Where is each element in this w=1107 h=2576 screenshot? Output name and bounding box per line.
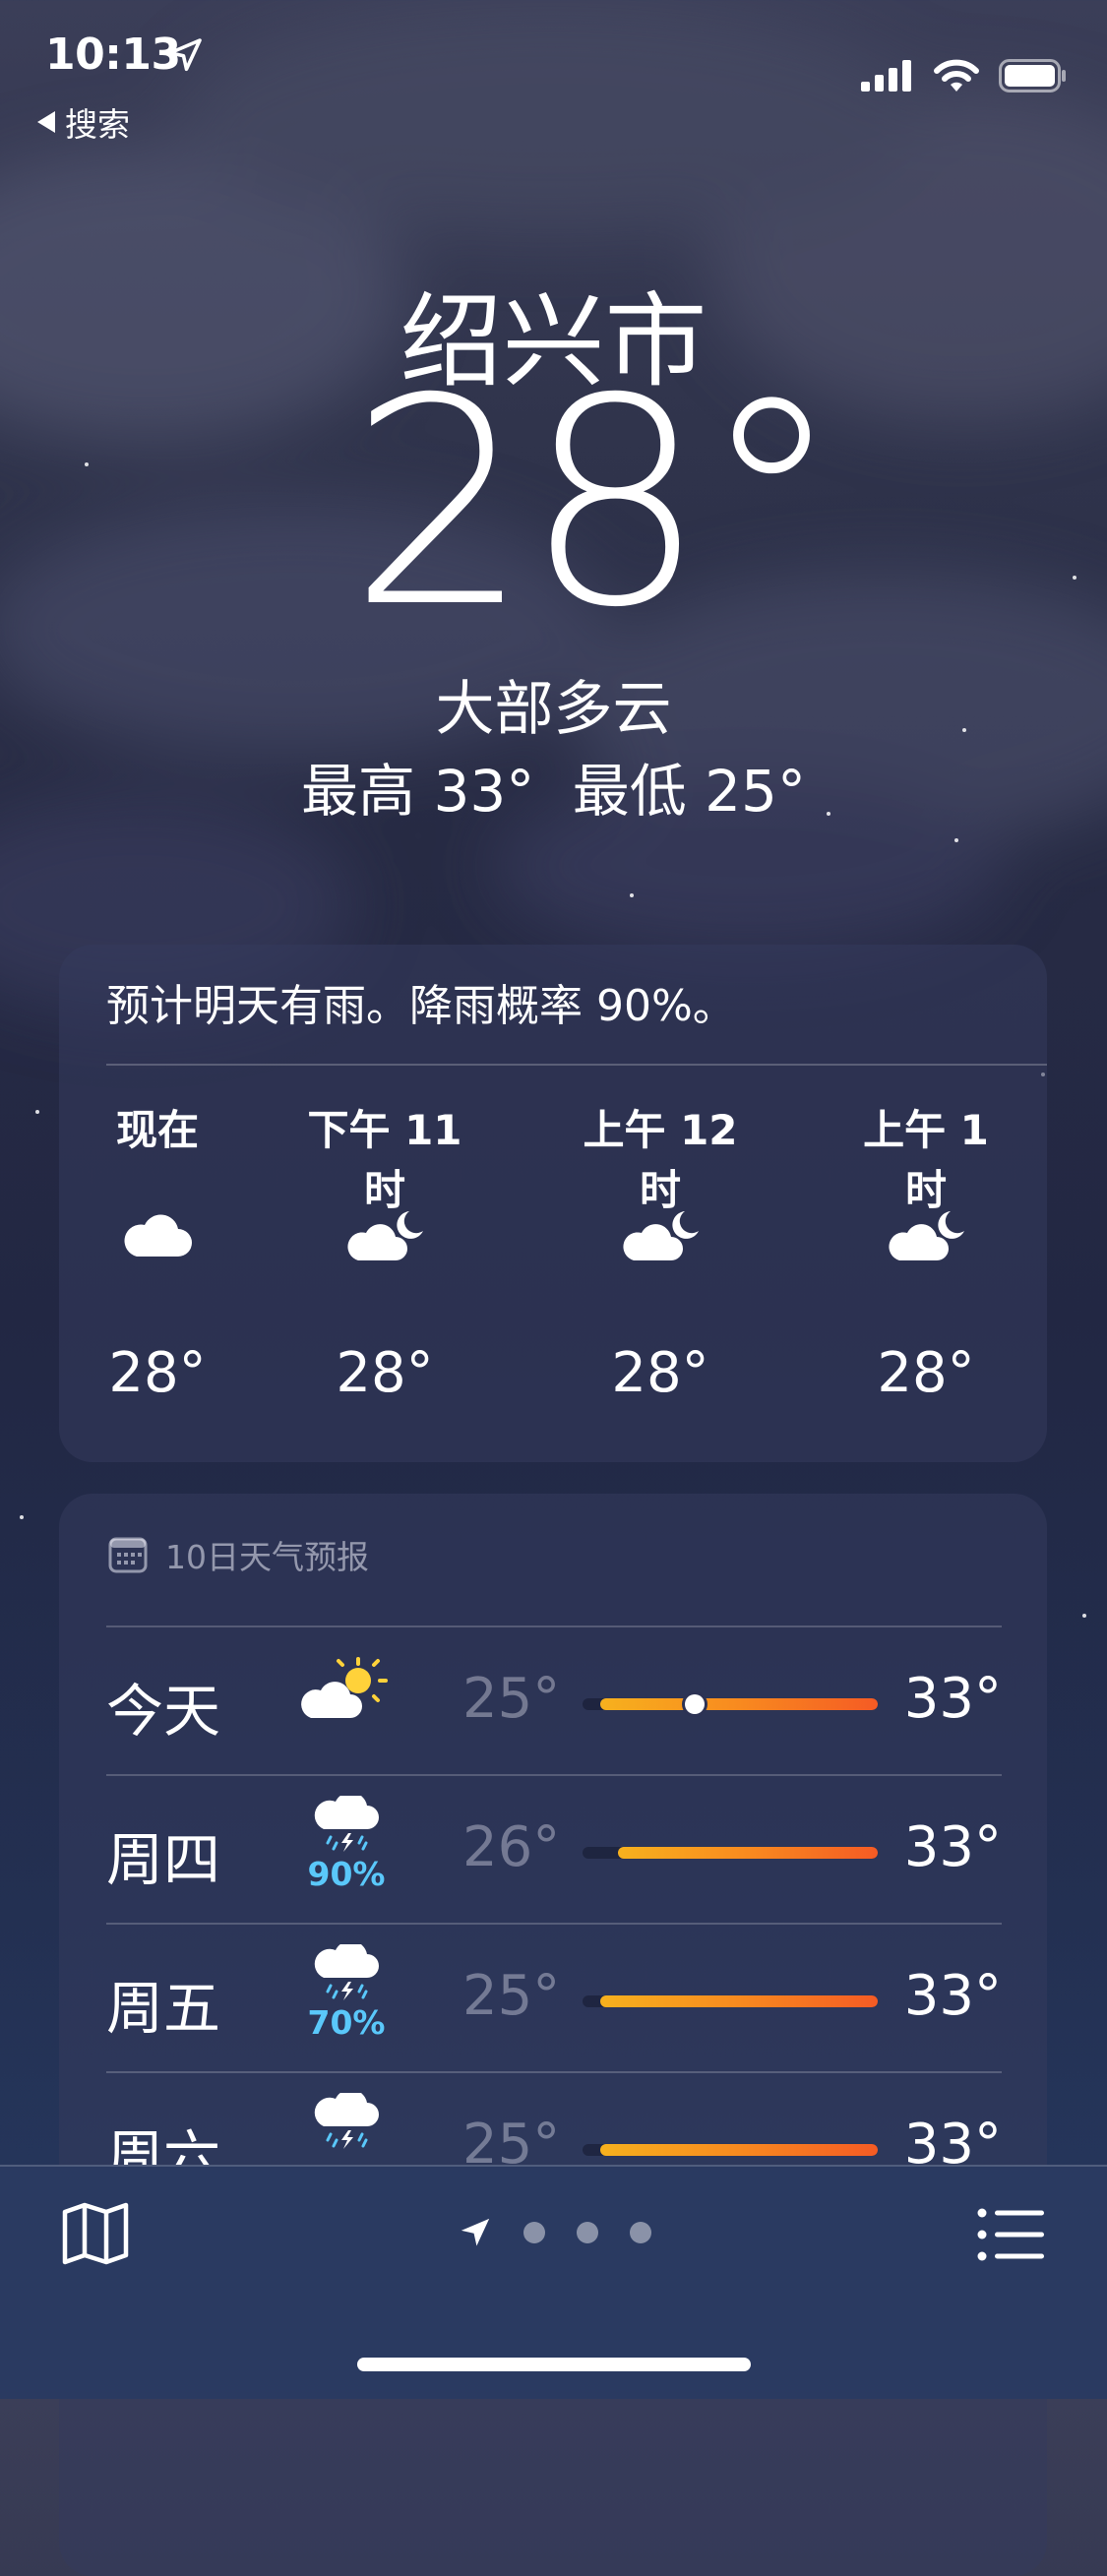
cloud-icon xyxy=(124,1214,192,1257)
high-temp: 33° xyxy=(903,1815,1002,1879)
low-temp: 26° xyxy=(462,1815,561,1879)
current-temp-marker xyxy=(685,1694,705,1714)
forecast-header: 10日天气预报 xyxy=(108,1531,369,1578)
hour-item: 现在 28° xyxy=(69,1097,246,1405)
cloud-sun-icon xyxy=(301,1657,388,1718)
page-dot[interactable] xyxy=(630,2222,651,2243)
low-temp: 25° xyxy=(462,1667,561,1731)
temp-range-bar xyxy=(583,1995,878,2007)
hour-temperature: 28° xyxy=(611,1341,709,1405)
current-temperature: 28° xyxy=(348,338,842,670)
row-divider xyxy=(106,1923,1002,1925)
star xyxy=(1082,1614,1086,1618)
back-triangle-icon xyxy=(37,111,55,133)
high-temp: 33° xyxy=(903,1964,1002,2028)
hour-label: 上午 1 时 xyxy=(863,1106,989,1214)
high-temp: 33° xyxy=(903,1667,1002,1731)
hour-temperature: 28° xyxy=(336,1341,434,1405)
forecast-row[interactable]: 今天 25° 33° xyxy=(106,1625,1002,1773)
map-icon[interactable] xyxy=(61,2202,130,2265)
low-temperature: 最低 25° xyxy=(572,758,806,825)
ten-day-forecast-card[interactable]: 10日天气预报 今天 25° 33° 周四 90% 26° 33° 周五 70%… xyxy=(59,1494,1047,2576)
cloud-bolt-rain-icon xyxy=(314,1792,379,1852)
hour-temperature: 28° xyxy=(877,1341,975,1405)
cloud-bolt-rain-icon xyxy=(314,1940,379,2000)
hour-item: 上午 12 时 28° xyxy=(572,1097,749,1405)
hour-label: 现在 xyxy=(115,1106,199,1154)
page-dot[interactable] xyxy=(523,2222,545,2243)
forecast-day: 周五 xyxy=(106,1975,221,2042)
row-divider xyxy=(106,2071,1002,2073)
forecast-day: 今天 xyxy=(106,1678,221,1745)
high-temperature: 最高 33° xyxy=(301,758,535,825)
temp-range-fill xyxy=(600,1995,878,2007)
precip-chance: 70% xyxy=(307,2003,386,2042)
page-indicator[interactable] xyxy=(459,2216,651,2249)
forecast-icon-cell: 90% xyxy=(297,1792,396,1893)
battery-icon xyxy=(999,59,1066,92)
hour-item: 下午 11 时 28° xyxy=(296,1097,473,1405)
cellular-signal-icon xyxy=(861,60,911,92)
forecast-row[interactable]: 周五 70% 25° 33° xyxy=(106,1923,1002,2070)
home-indicator[interactable] xyxy=(357,2358,751,2371)
star xyxy=(20,1515,24,1519)
low-temp: 25° xyxy=(462,1964,561,2028)
hour-label: 下午 11 时 xyxy=(307,1106,462,1214)
status-time: 10:13 xyxy=(45,30,181,80)
back-to-search-button[interactable]: 搜索 xyxy=(37,98,130,146)
list-icon[interactable] xyxy=(977,2208,1046,2261)
hour-label: 上午 12 时 xyxy=(583,1106,738,1214)
status-icons xyxy=(861,59,1068,92)
star xyxy=(35,1110,39,1114)
high-low-temperature: 最高 33° 最低 25° xyxy=(0,745,1107,828)
page-dot[interactable] xyxy=(577,2222,598,2243)
cloud-bolt-rain-icon xyxy=(314,2089,379,2149)
temp-range-fill xyxy=(618,1847,878,1859)
forecast-icon-cell xyxy=(297,2089,396,2152)
forecast-icon-cell xyxy=(297,1647,396,1724)
hour-item: 上午 1 时 28° xyxy=(837,1097,1015,1405)
hourly-summary: 预计明天有雨。降雨概率 90%。 xyxy=(106,981,736,1031)
star xyxy=(954,838,958,842)
hourly-forecast-card[interactable]: 预计明天有雨。降雨概率 90%。 现在 28° 下午 11 时 28° 上午 1… xyxy=(59,945,1047,1462)
hour-temperature: 28° xyxy=(108,1341,207,1405)
row-divider xyxy=(106,1774,1002,1776)
forecast-title: 10日天气预报 xyxy=(165,1538,369,1576)
precip-chance: 90% xyxy=(307,1855,386,1893)
location-services-icon xyxy=(168,38,202,72)
forecast-icon-cell: 70% xyxy=(297,1940,396,2042)
forecast-row[interactable]: 周四 90% 26° 33° xyxy=(106,1774,1002,1922)
forecast-day: 周四 xyxy=(106,1826,221,1893)
temp-range-fill xyxy=(600,2144,878,2156)
row-divider xyxy=(106,1625,1002,1627)
wifi-icon xyxy=(934,59,979,92)
location-arrow-icon xyxy=(461,2218,490,2246)
calendar-icon xyxy=(108,1537,148,1573)
temp-range-fill xyxy=(600,1698,878,1710)
temp-range-bar xyxy=(583,1694,878,1714)
condition-text: 大部多云 xyxy=(435,675,672,744)
star xyxy=(630,893,634,897)
temp-range-bar xyxy=(583,2144,878,2156)
divider xyxy=(106,1064,1047,1066)
temp-range-bar xyxy=(583,1847,878,1859)
back-label: 搜索 xyxy=(65,105,130,144)
